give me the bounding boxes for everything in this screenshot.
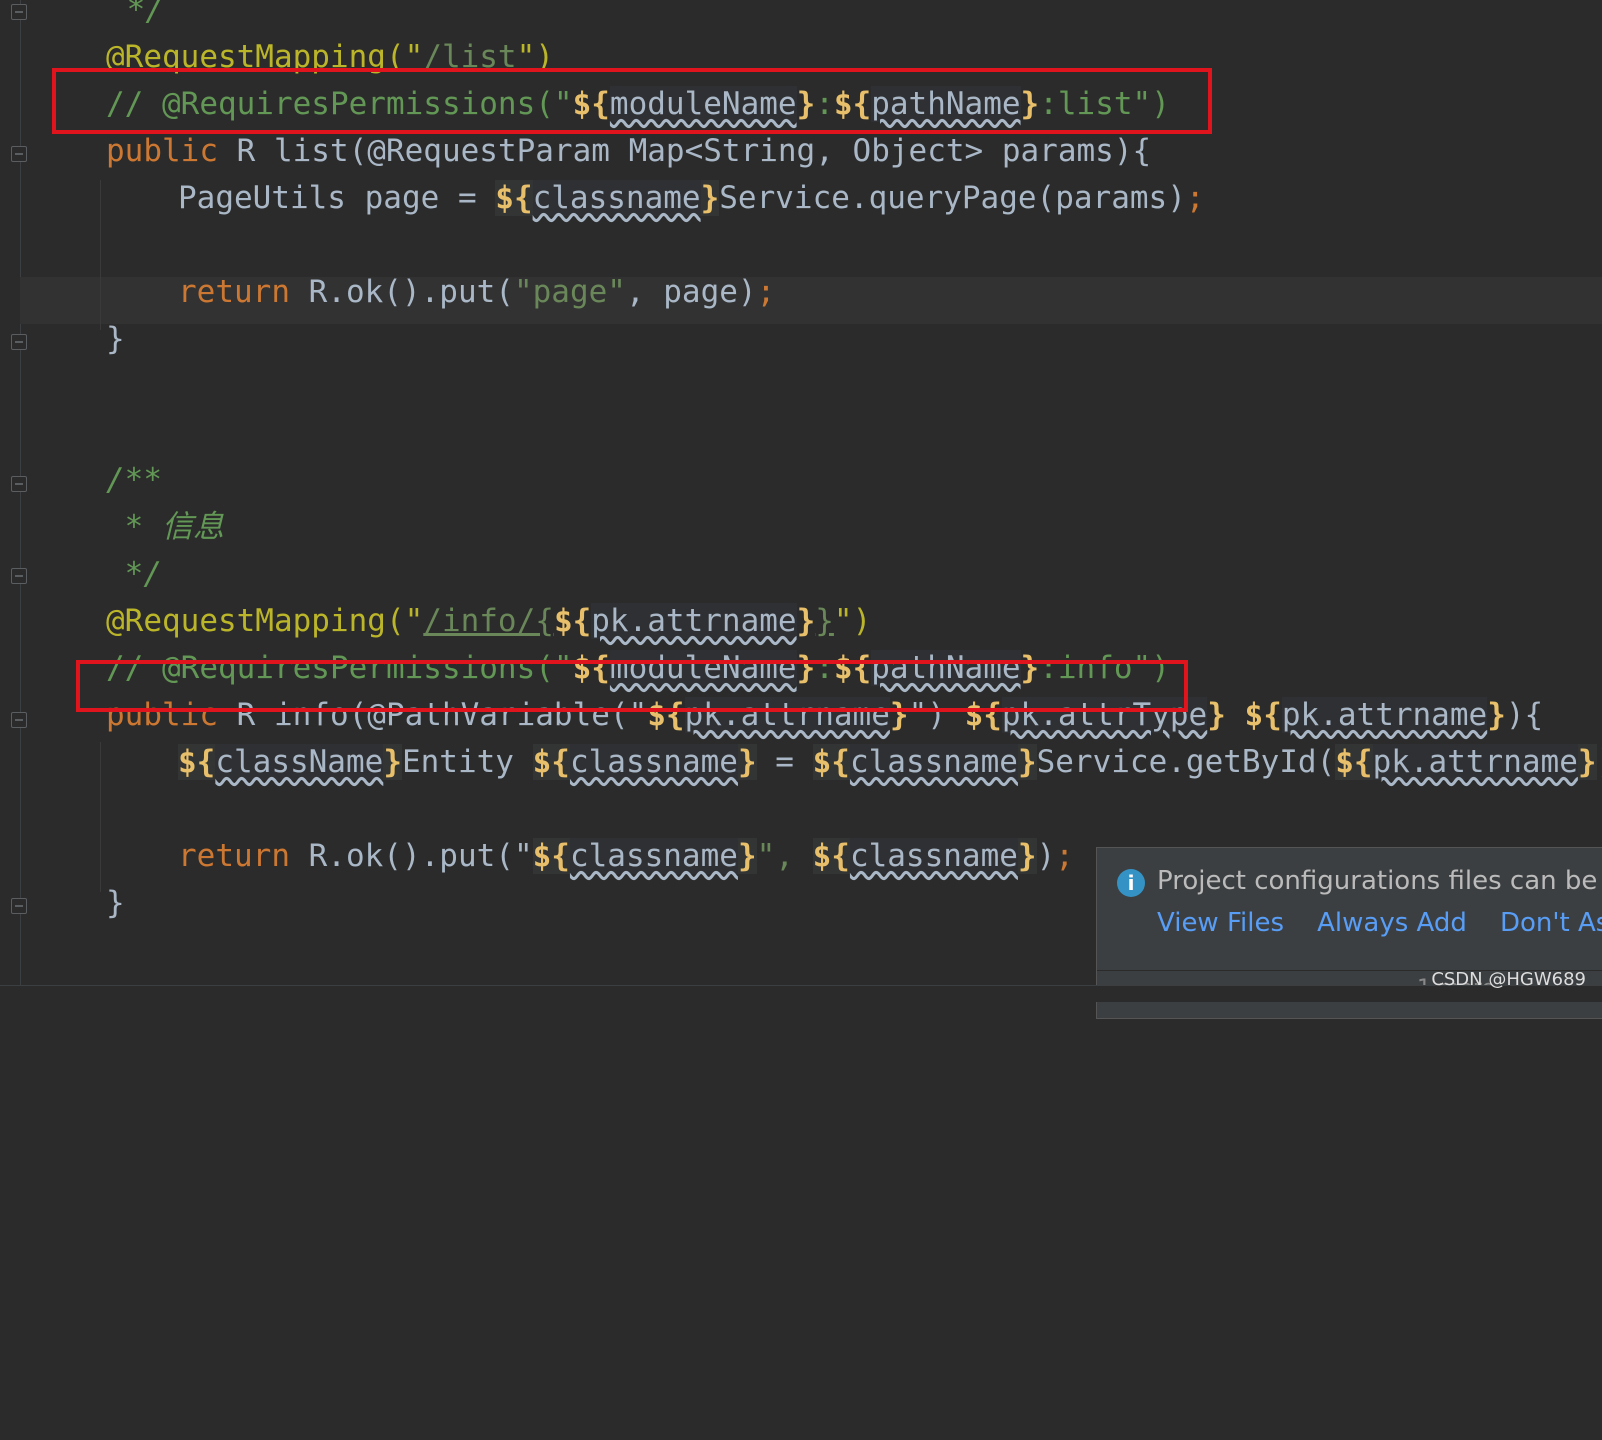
template-close: } (1487, 697, 1506, 733)
keyword: public (106, 133, 218, 169)
code-line: */ (106, 550, 162, 598)
template-close: } (737, 744, 757, 780)
code-text: ) (1597, 744, 1602, 780)
always-add-link[interactable]: Always Add (1317, 908, 1467, 938)
code-line: return R.ok().put("page", page); (178, 268, 775, 316)
code-line: } (106, 315, 125, 363)
annotation-text: @RequestMapping(" (106, 603, 424, 639)
notification-message: Project configurations files can be a (1157, 866, 1602, 896)
template-close: } (383, 744, 402, 780)
template-variable: pk.attrname (1372, 744, 1578, 780)
code-text: Service.queryPage(params) (719, 180, 1186, 216)
comment-text: /** (106, 462, 162, 498)
view-files-link[interactable]: View Files (1157, 908, 1284, 938)
template-variable: classname (569, 838, 738, 874)
code-line: */ (108, 0, 164, 34)
code-text: } (106, 885, 125, 921)
string-literal: "page" (513, 274, 626, 310)
semicolon: ; (1055, 838, 1074, 874)
code-line: return R.ok().put("${classname}", ${clas… (178, 832, 1074, 880)
code-text: R.ok().put( (289, 274, 514, 310)
template-open: ${ (532, 744, 570, 780)
template-variable: classname (849, 838, 1018, 874)
highlight-box-list-permission (52, 68, 1212, 134)
template-variable: className (215, 744, 384, 780)
template-open: ${ (178, 744, 216, 780)
url-string: /info/{ (423, 603, 554, 639)
template-variable: classname (849, 744, 1018, 780)
code-text: R.ok().put(" (289, 838, 533, 874)
template-variable: classname (532, 180, 701, 216)
string-literal: ", (756, 838, 813, 874)
code-line: ${className}Entity ${classname} = ${clas… (178, 738, 1602, 786)
template-close: } (700, 180, 720, 216)
template-close: } (1577, 744, 1597, 780)
watermark: CSDN @HGW689 (1431, 969, 1586, 990)
template-open: ${ (553, 603, 592, 639)
comment-text: */ (108, 0, 164, 28)
template-close: } (737, 838, 757, 874)
template-variable: classname (569, 744, 738, 780)
code-text: R list(@RequestParam Map<String, Object>… (217, 133, 1152, 169)
code-text: = (756, 744, 813, 780)
indent-guide (100, 180, 101, 330)
code-line: /** (106, 456, 162, 504)
code-editor[interactable]: */ @RequestMapping("/list") // @Requires… (0, 0, 1602, 1440)
template-close: } (1207, 697, 1226, 733)
annotation-text: ") (833, 603, 872, 639)
indent-guide (100, 742, 101, 892)
code-text: ) (1036, 838, 1056, 874)
semicolon: ; (1185, 180, 1205, 216)
keyword: return (178, 838, 290, 874)
template-open: ${ (1244, 697, 1282, 733)
url-string: } (815, 603, 834, 639)
template-open: ${ (812, 838, 850, 874)
semicolon: ; (756, 274, 776, 310)
code-line: public R list(@RequestParam Map<String, … (106, 127, 1151, 175)
template-variable: pk.attrname (1281, 697, 1488, 733)
code-text: PageUtils page = (178, 180, 496, 216)
template-open: ${ (495, 180, 533, 216)
info-icon: i (1117, 869, 1145, 897)
code-text: } (106, 321, 125, 357)
code-text: Entity (401, 744, 533, 780)
template-close: } (796, 603, 816, 639)
dont-ask-link[interactable]: Don't Ask (1500, 908, 1602, 938)
template-open: ${ (1335, 744, 1373, 780)
notification-actions: View Files Always Add Don't Ask (1157, 908, 1602, 938)
highlight-box-info-permission (76, 660, 1188, 712)
code-line: * 信息 (106, 503, 224, 551)
code-text: , page) (625, 274, 757, 310)
comment-text: */ (106, 556, 162, 592)
template-open: ${ (812, 744, 850, 780)
horizontal-scrollbar[interactable] (0, 985, 1602, 1002)
template-close: } (1017, 838, 1037, 874)
template-variable: pk.attrname (591, 603, 797, 639)
code-line: } (106, 879, 125, 927)
code-text: Service.getById( (1036, 744, 1336, 780)
template-close: } (1017, 744, 1037, 780)
code-line: PageUtils page = ${classname}Service.que… (178, 174, 1205, 222)
code-text: ){ (1505, 697, 1544, 733)
template-open: ${ (532, 838, 570, 874)
code-line: @RequestMapping("/info/{${pk.attrname}}"… (106, 597, 871, 645)
comment-text: * 信息 (106, 509, 224, 545)
keyword: return (178, 274, 290, 310)
